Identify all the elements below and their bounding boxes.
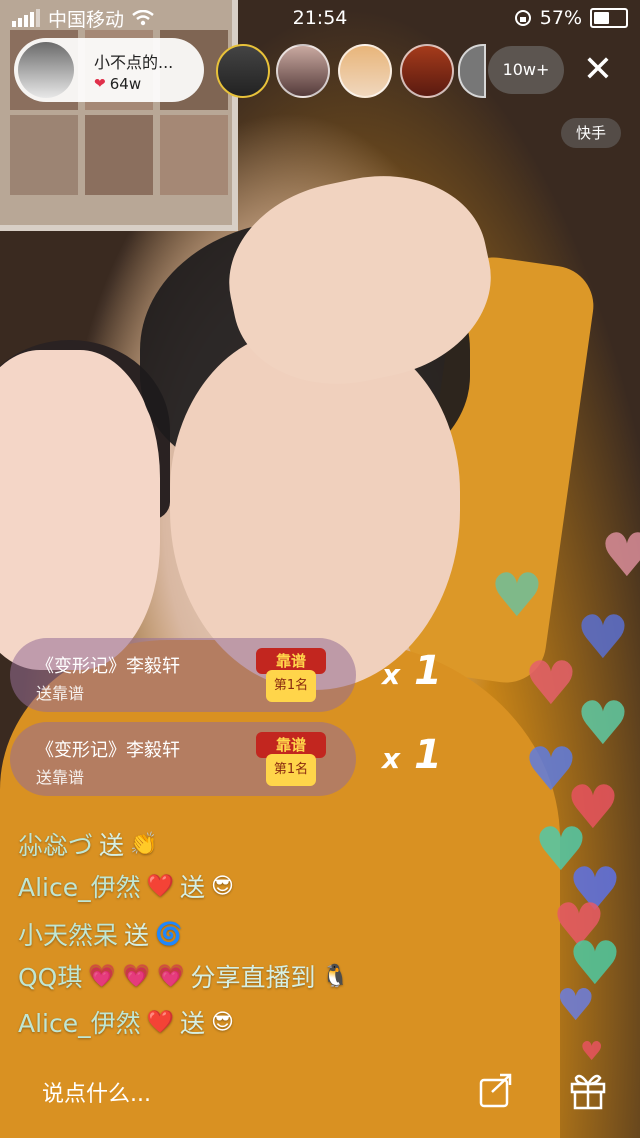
host-name: 小不点的... [94, 53, 174, 72]
gift-multiplier: x 1 [382, 732, 442, 778]
chat-user: Alice_伊然 [18, 873, 141, 902]
gift-sender: 《变形记》李毅轩 [36, 740, 180, 761]
heart-icon: ❤ [94, 76, 106, 92]
viewer-avatar[interactable] [400, 44, 454, 98]
battery-icon [590, 8, 628, 28]
floating-heart-icon: ♥ [600, 521, 640, 591]
chat-user: Alice_伊然 [18, 1009, 141, 1038]
battery-percent: 57% [539, 7, 582, 29]
chat-user: QQ琪 [18, 963, 83, 992]
gift-notification: 《变形记》李毅轩 送靠谱 靠谱 第1名 [10, 722, 356, 796]
gift-action: 送靠谱 [36, 684, 85, 703]
gift-icon[interactable] [568, 1070, 608, 1110]
chat-message: Alice_伊然 ❤️ 送 😎 [18, 1004, 234, 1040]
lock-rotation-icon [514, 10, 531, 26]
floating-heart-icon: ♥ [524, 649, 578, 719]
floating-heart-icon: ♥ [576, 603, 630, 673]
chat-user: 小天然呆 [18, 921, 119, 950]
viewer-avatar[interactable] [216, 44, 270, 98]
gift-badge-icon: 靠谱 第1名 [256, 648, 326, 704]
gift-multiplier: x 1 [382, 648, 442, 694]
viewer-avatar[interactable] [276, 44, 330, 98]
gift-action: 送靠谱 [36, 768, 85, 787]
chat-message: 小天然呆送 🌀 [18, 916, 182, 952]
comment-input[interactable]: 说点什么... [42, 1076, 151, 1108]
host-likes-count: 64w [109, 75, 142, 93]
host-info-pill[interactable]: 小不点的... ❤ 64w [14, 38, 204, 102]
gift-badge-icon: 靠谱 第1名 [256, 732, 326, 788]
close-icon[interactable]: ✕ [578, 52, 618, 92]
share-icon[interactable] [478, 1072, 514, 1108]
chat-message: 尛惢づ送 👏 [18, 826, 157, 862]
viewer-avatar[interactable] [338, 44, 392, 98]
gift-sender: 《变形记》李毅轩 [36, 656, 180, 677]
floating-heart-icon: ♥ [576, 689, 630, 759]
status-bar: 中国移动 21:54 57% [0, 0, 640, 36]
host-avatar[interactable] [18, 42, 74, 98]
chat-message: Alice_伊然 ❤️ 送 😎 [18, 868, 234, 904]
floating-heart-icon: ♥ [490, 561, 544, 631]
chat-user: 尛惢づ [18, 831, 94, 860]
platform-label: 快手 [561, 118, 621, 148]
gift-notification: 《变形记》李毅轩 送靠谱 靠谱 第1名 [10, 638, 356, 712]
host-likes: ❤ 64w [94, 75, 141, 93]
viewer-count[interactable]: 10w+ [488, 46, 564, 94]
chat-message: QQ琪 💗 💗 💗 分享直播到 🐧 [18, 958, 349, 994]
